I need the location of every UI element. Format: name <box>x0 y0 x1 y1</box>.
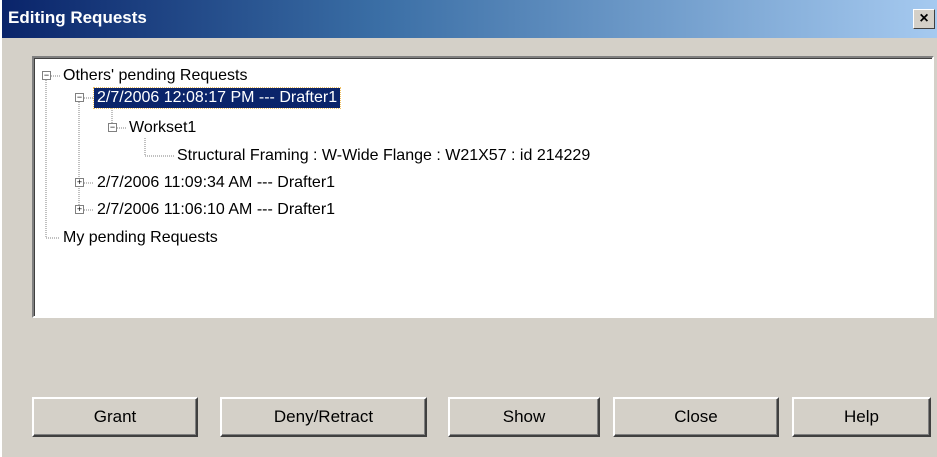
tree-node-element-1[interactable]: Structural Framing : W-Wide Flange : W21… <box>174 146 593 166</box>
tree-node-request-1[interactable]: 2/7/2006 12:08:17 PM --- Drafter1 <box>92 87 342 109</box>
expander-request-3[interactable]: + <box>75 205 84 214</box>
expander-others[interactable]: − <box>42 71 51 80</box>
close-button[interactable]: Close <box>613 397 779 437</box>
title-bar[interactable]: Editing Requests × <box>2 0 937 38</box>
editing-requests-dialog: Editing Requests × − Others' pending Req… <box>0 0 937 457</box>
expander-request-2[interactable]: + <box>75 178 84 187</box>
deny-retract-button[interactable]: Deny/Retract <box>220 397 427 437</box>
tree-node-request-3[interactable]: 2/7/2006 11:06:10 AM --- Drafter1 <box>94 200 338 220</box>
tree-node-workset-1[interactable]: Workset1 <box>126 118 199 138</box>
window-title: Editing Requests <box>8 8 147 27</box>
help-button[interactable]: Help <box>792 397 931 437</box>
grant-button[interactable]: Grant <box>32 397 198 437</box>
expander-request-1[interactable]: − <box>75 93 84 102</box>
close-icon[interactable]: × <box>913 9 935 29</box>
tree-node-my-pending[interactable]: My pending Requests <box>60 228 221 248</box>
expander-workset-1[interactable]: − <box>108 123 117 132</box>
tree-node-request-2[interactable]: 2/7/2006 11:09:34 AM --- Drafter1 <box>94 173 338 193</box>
show-button[interactable]: Show <box>448 397 600 437</box>
tree-node-others-pending[interactable]: Others' pending Requests <box>60 66 251 86</box>
requests-tree[interactable]: − Others' pending Requests − 2/7/2006 12… <box>32 56 934 318</box>
